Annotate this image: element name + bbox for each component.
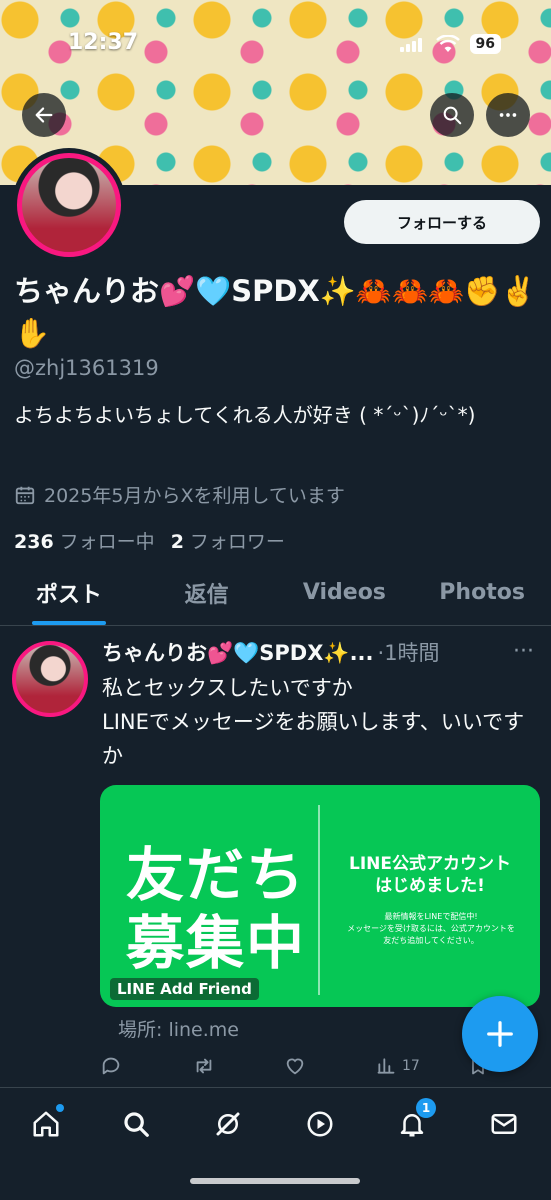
mail-icon: [491, 1114, 517, 1134]
following-link[interactable]: 236 フォロー中: [14, 527, 155, 554]
follow-stats: 236 フォロー中 2 フォロワー: [14, 527, 285, 554]
profile-avatar[interactable]: [12, 148, 126, 262]
status-bar: 12:37 96: [0, 0, 551, 90]
grok-icon: [216, 1112, 240, 1136]
follow-button[interactable]: フォローする: [344, 200, 540, 244]
notifications-badge: 1: [416, 1098, 436, 1118]
plus-icon: [487, 1021, 513, 1047]
search-icon: [124, 1112, 149, 1137]
link-card[interactable]: 友だち 募集中 LINE公式アカウント はじめました! 最新情報をLINEで配信…: [100, 785, 540, 1007]
nav-explore[interactable]: [116, 1104, 156, 1144]
following-count: 236: [14, 531, 54, 553]
repost-icon: [196, 1058, 212, 1074]
post-author-name[interactable]: ちゃんりお💕🩵SPDX✨...: [102, 637, 374, 667]
card-source[interactable]: 場所: line.me: [118, 1015, 239, 1042]
followers-label: フォロワー: [189, 531, 285, 553]
profile-bio: よちよちよいちょしてくれる人が好き ( *´ᵕ`)ﾉ´ᵕ`*): [14, 403, 476, 427]
display-name: ちゃんりお💕🩵SPDX✨🦀🦀🦀✊✌️✋: [14, 274, 537, 350]
card-small-text: 最新情報をLINEで配信中! メッセージを受け取るには、公式アカウントを 友だち…: [347, 912, 515, 945]
following-label: フォロー中: [59, 531, 155, 553]
card-divider: [318, 805, 320, 995]
post-avatar[interactable]: [12, 641, 88, 717]
card-big-text: 友だち 募集中: [126, 841, 307, 977]
more-horizontal-icon: [499, 113, 517, 117]
nav-grok[interactable]: [208, 1104, 248, 1144]
post-more-icon[interactable]: ···: [513, 639, 534, 664]
wifi-icon: [435, 35, 460, 52]
nav-home[interactable]: [26, 1104, 66, 1144]
joined-date: 2025年5月からXを利用しています: [14, 481, 345, 508]
tab-videos[interactable]: Videos: [276, 560, 414, 625]
heart-icon: [286, 1058, 304, 1075]
followers-link[interactable]: 2 フォロワー: [171, 527, 285, 554]
post-header: ちゃんりお💕🩵SPDX✨... ·1時間 ···: [102, 637, 542, 667]
nav-videos[interactable]: [300, 1104, 340, 1144]
bar-chart-icon: [377, 1058, 395, 1074]
status-time: 12:37: [68, 30, 139, 55]
repost-button[interactable]: [192, 1055, 284, 1077]
tab-photos[interactable]: Photos: [413, 560, 551, 625]
tab-posts[interactable]: ポスト: [0, 560, 138, 625]
like-button[interactable]: [284, 1055, 376, 1077]
home-icon: [33, 1111, 59, 1137]
card-badge: LINE Add Friend: [110, 978, 259, 1000]
views-button[interactable]: 17: [376, 1056, 468, 1076]
battery-indicator: 96: [469, 34, 501, 54]
card-title: LINE公式アカウント はじめました!: [349, 854, 511, 896]
nav-messages[interactable]: [484, 1104, 524, 1144]
reply-icon: [102, 1057, 120, 1075]
search-button[interactable]: [430, 93, 474, 137]
signal-icon: [399, 36, 426, 52]
home-indicator: [190, 1178, 360, 1184]
nav-notifications[interactable]: 1: [392, 1098, 436, 1144]
home-unread-dot: [56, 1104, 64, 1112]
profile-handle: @zhj1361319: [14, 356, 159, 380]
post-text: 私とセックスしたいですか LINEでメッセージをお願いします、いいですか: [102, 676, 525, 768]
joined-text: 2025年5月からXを利用しています: [44, 485, 345, 507]
play-circle-icon: [307, 1111, 333, 1137]
status-icons: 96: [399, 34, 501, 54]
compose-post-button[interactable]: [462, 996, 538, 1072]
post-time: ·1時間: [377, 641, 440, 665]
reply-button[interactable]: [100, 1055, 192, 1077]
back-button[interactable]: [22, 93, 66, 137]
search-icon: [443, 106, 462, 125]
more-options-button[interactable]: [486, 93, 530, 137]
tab-replies[interactable]: 返信: [138, 560, 276, 625]
arrow-left-icon: [35, 107, 53, 123]
calendar-icon: [15, 486, 35, 504]
profile-tabs: ポスト 返信 Videos Photos: [0, 560, 551, 626]
views-count: 17: [402, 1058, 420, 1074]
followers-count: 2: [170, 531, 184, 553]
